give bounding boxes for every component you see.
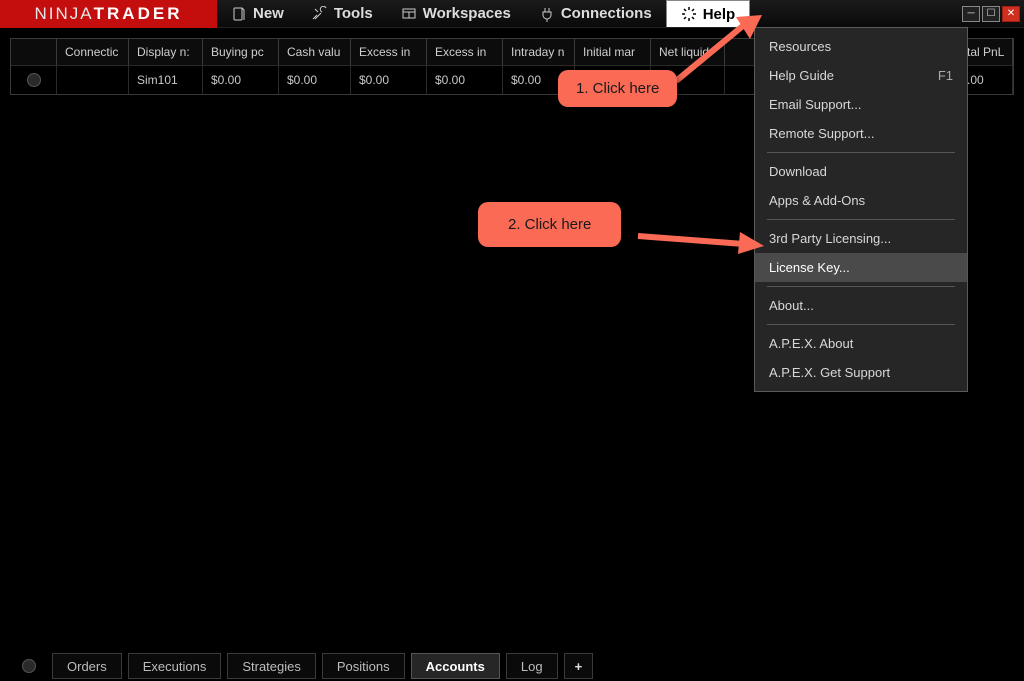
help-item-remote-support[interactable]: Remote Support... xyxy=(755,119,967,148)
menu-separator-2 xyxy=(767,219,955,220)
menu-separator-3 xyxy=(767,286,955,287)
menu-items: New Tools Workspaces Connections Help xyxy=(217,0,750,27)
annotation-arrow-2 xyxy=(636,222,766,255)
help-item-license-key[interactable]: License Key... xyxy=(755,253,967,282)
col-initial-margin[interactable]: Initial mar xyxy=(575,39,651,65)
menu-bar: NINJATRADER New Tools Workspaces Connect… xyxy=(0,0,1024,28)
col-cash-value[interactable]: Cash valu xyxy=(279,39,351,65)
tab-positions[interactable]: Positions xyxy=(322,653,405,679)
menu-workspaces[interactable]: Workspaces xyxy=(387,0,525,27)
help-item-download[interactable]: Download xyxy=(755,157,967,186)
help-item-email-support[interactable]: Email Support... xyxy=(755,90,967,119)
workspaces-icon xyxy=(401,6,417,22)
help-item-resources[interactable]: Resources xyxy=(755,32,967,61)
tools-icon xyxy=(312,6,328,22)
logo-left: NINJA xyxy=(35,4,94,24)
menu-new[interactable]: New xyxy=(217,0,298,27)
help-item-about[interactable]: About... xyxy=(755,291,967,320)
annotation-callout-2: 2. Click here xyxy=(478,202,621,247)
annotation-arrow-1 xyxy=(674,15,764,88)
help-guide-shortcut: F1 xyxy=(938,68,953,83)
help-item-apex-support[interactable]: A.P.E.X. Get Support xyxy=(755,358,967,387)
status-dot-icon xyxy=(22,659,36,673)
bottom-tab-strip: Orders Executions Strategies Positions A… xyxy=(12,653,1012,679)
help-item-apex-about[interactable]: A.P.E.X. About xyxy=(755,329,967,358)
menu-connections-label: Connections xyxy=(561,5,652,22)
menu-workspaces-label: Workspaces xyxy=(423,5,511,22)
menu-connections[interactable]: Connections xyxy=(525,0,666,27)
row-excess-1: $0.00 xyxy=(351,66,427,94)
help-item-help-guide[interactable]: Help Guide F1 xyxy=(755,61,967,90)
col-intraday[interactable]: Intraday n xyxy=(503,39,575,65)
row-buying-power: $0.00 xyxy=(203,66,279,94)
status-dot-icon xyxy=(27,73,41,87)
col-excess-2[interactable]: Excess in xyxy=(427,39,503,65)
tab-executions[interactable]: Executions xyxy=(128,653,222,679)
tabstrip-status-dot xyxy=(12,653,46,679)
tab-log[interactable]: Log xyxy=(506,653,558,679)
help-item-3rd-party-licensing[interactable]: 3rd Party Licensing... xyxy=(755,224,967,253)
maximize-button[interactable]: ☐ xyxy=(982,6,1000,22)
col-excess-1[interactable]: Excess in xyxy=(351,39,427,65)
col-connection[interactable]: Connectic xyxy=(57,39,129,65)
row-status-dot-cell xyxy=(11,66,57,94)
menu-tools-label: Tools xyxy=(334,5,373,22)
menu-new-label: New xyxy=(253,5,284,22)
menu-separator-1 xyxy=(767,152,955,153)
annotation-callout-1: 1. Click here xyxy=(558,70,677,107)
row-display-name: Sim101 xyxy=(129,66,203,94)
help-guide-label: Help Guide xyxy=(769,68,834,83)
help-dropdown: Resources Help Guide F1 Email Support...… xyxy=(754,27,968,392)
menu-separator-4 xyxy=(767,324,955,325)
col-status[interactable] xyxy=(11,39,57,65)
row-excess-2: $0.00 xyxy=(427,66,503,94)
tab-add[interactable]: + xyxy=(564,653,594,679)
menu-tools[interactable]: Tools xyxy=(298,0,387,27)
col-buying-power[interactable]: Buying pc xyxy=(203,39,279,65)
help-item-apps-addons[interactable]: Apps & Add-Ons xyxy=(755,186,967,215)
plug-icon xyxy=(539,6,555,22)
logo-right: TRADER xyxy=(94,4,183,24)
tab-strategies[interactable]: Strategies xyxy=(227,653,316,679)
row-cash-value: $0.00 xyxy=(279,66,351,94)
tab-orders[interactable]: Orders xyxy=(52,653,122,679)
window-controls: ─ ☐ ✕ xyxy=(962,0,1024,27)
minimize-button[interactable]: ─ xyxy=(962,6,980,22)
logo: NINJATRADER xyxy=(0,0,217,28)
tab-accounts[interactable]: Accounts xyxy=(411,653,500,679)
new-file-icon xyxy=(231,6,247,22)
row-connection xyxy=(57,66,129,94)
close-button[interactable]: ✕ xyxy=(1002,6,1020,22)
col-display-name[interactable]: Display n: xyxy=(129,39,203,65)
